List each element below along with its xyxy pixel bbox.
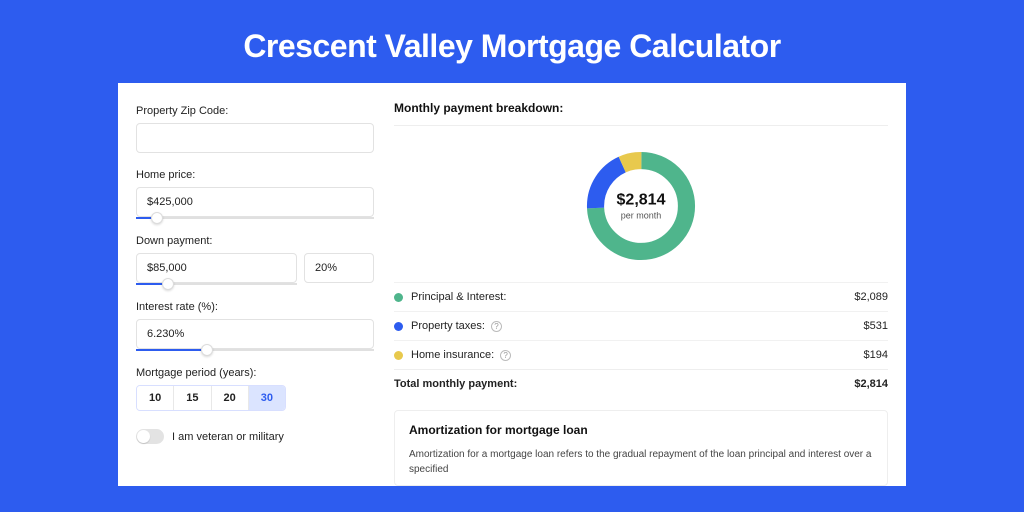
home-price-label: Home price:: [136, 169, 374, 181]
total-value: $2,814: [854, 378, 888, 390]
home-price-input[interactable]: [136, 187, 374, 217]
veteran-row: I am veteran or military: [136, 429, 374, 444]
ins-value: $194: [864, 349, 888, 361]
period-option-30[interactable]: 30: [248, 386, 285, 410]
row-total: Total monthly payment: $2,814: [394, 369, 888, 398]
row-property-taxes: Property taxes: ? $531: [394, 311, 888, 340]
donut-center: $2,814 per month: [617, 192, 666, 221]
veteran-toggle-label: I am veteran or military: [172, 431, 284, 443]
period-option-15[interactable]: 15: [173, 386, 210, 410]
mortgage-period-group: 10 15 20 30: [136, 385, 286, 411]
amort-body: Amortization for a mortgage loan refers …: [409, 447, 873, 477]
down-payment-slider-thumb[interactable]: [162, 278, 174, 290]
donut-chart-wrap: $2,814 per month: [394, 138, 888, 282]
tax-value: $531: [864, 320, 888, 332]
zip-input[interactable]: [136, 123, 374, 153]
zip-label: Property Zip Code:: [136, 105, 374, 117]
interest-rate-label: Interest rate (%):: [136, 301, 374, 313]
interest-rate-input[interactable]: [136, 319, 374, 349]
veteran-toggle-knob: [137, 430, 150, 443]
row-principal-interest: Principal & Interest: $2,089: [394, 282, 888, 311]
total-label: Total monthly payment:: [394, 378, 854, 390]
home-price-slider[interactable]: [136, 217, 374, 219]
period-option-20[interactable]: 20: [211, 386, 248, 410]
pi-label: Principal & Interest:: [411, 291, 854, 303]
mortgage-period-label: Mortgage period (years):: [136, 367, 374, 379]
donut-sub: per month: [617, 211, 666, 221]
row-home-insurance: Home insurance: ? $194: [394, 340, 888, 369]
pi-value: $2,089: [854, 291, 888, 303]
interest-rate-slider[interactable]: [136, 349, 374, 351]
dot-tax-icon: [394, 322, 403, 331]
home-price-slider-thumb[interactable]: [151, 212, 163, 224]
dot-ins-icon: [394, 351, 403, 360]
amort-heading: Amortization for mortgage loan: [409, 423, 873, 437]
down-payment-amount-input[interactable]: [136, 253, 297, 283]
donut-chart: $2,814 per month: [581, 146, 701, 266]
period-option-10[interactable]: 10: [137, 386, 173, 410]
donut-amount: $2,814: [617, 192, 666, 210]
amort-card: Amortization for mortgage loan Amortizat…: [394, 410, 888, 486]
page-title: Crescent Valley Mortgage Calculator: [0, 0, 1024, 83]
help-icon[interactable]: ?: [500, 350, 511, 361]
ins-label: Home insurance:: [411, 349, 494, 361]
veteran-toggle[interactable]: [136, 429, 164, 444]
down-payment-slider[interactable]: [136, 283, 297, 285]
interest-rate-slider-fill: [136, 349, 207, 351]
help-icon[interactable]: ?: [491, 321, 502, 332]
input-column: Property Zip Code: Home price: Down paym…: [136, 101, 374, 486]
breakdown-heading: Monthly payment breakdown:: [394, 101, 888, 126]
result-column: Monthly payment breakdown: $2,814 per mo…: [394, 101, 888, 486]
down-payment-percent-input[interactable]: [304, 253, 374, 283]
down-payment-label: Down payment:: [136, 235, 374, 247]
interest-rate-slider-thumb[interactable]: [201, 344, 213, 356]
calculator-panel: Property Zip Code: Home price: Down paym…: [118, 83, 906, 486]
tax-label: Property taxes:: [411, 320, 485, 332]
dot-pi-icon: [394, 293, 403, 302]
